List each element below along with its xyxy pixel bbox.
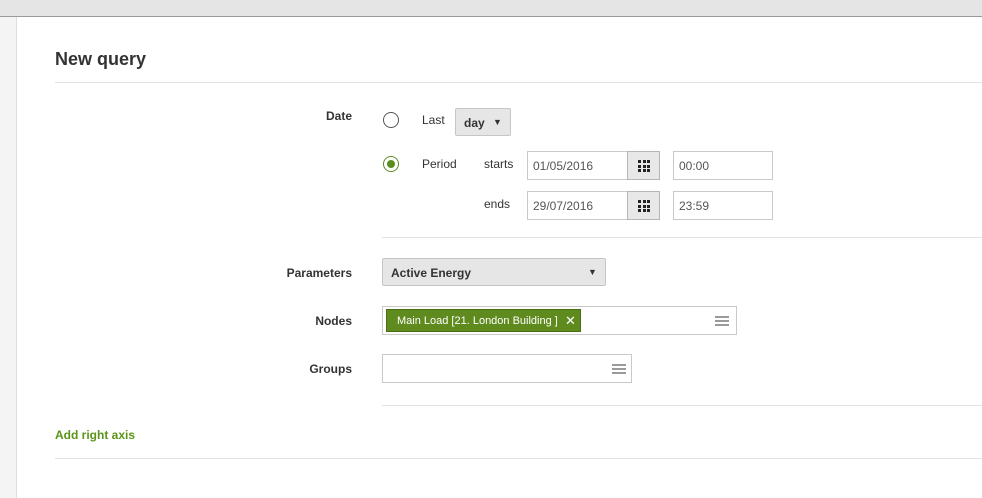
footer-divider (55, 458, 982, 459)
radio-period[interactable] (383, 156, 399, 172)
close-icon[interactable]: ✕ (565, 313, 576, 329)
groups-multiselect[interactable] (382, 354, 632, 383)
groups-label: Groups (309, 362, 352, 376)
date-divider (382, 237, 982, 238)
groups-divider (382, 405, 982, 406)
parameters-select[interactable]: Active Energy ▼ (382, 258, 606, 286)
caret-down-icon: ▼ (588, 267, 597, 277)
node-tag: Main Load [21. London Building ] ✕ (386, 309, 581, 332)
last-label: Last (422, 113, 445, 127)
start-date-input[interactable] (527, 151, 628, 180)
top-bar (0, 0, 982, 17)
node-tag-label: Main Load [21. London Building ] (397, 315, 558, 327)
period-label: Period (422, 157, 457, 171)
page-title: New query (55, 49, 147, 69)
caret-down-icon: ▼ (493, 117, 502, 127)
parameters-value: Active Energy (391, 266, 472, 280)
end-date-input[interactable] (527, 191, 628, 220)
list-menu-icon[interactable] (612, 364, 626, 374)
nodes-multiselect[interactable]: Main Load [21. London Building ] ✕ (382, 306, 737, 335)
ends-label: ends (484, 197, 511, 211)
calendar-grid-icon (638, 160, 650, 172)
date-label: Date (325, 109, 352, 123)
title-divider (55, 82, 982, 83)
calendar-grid-icon (638, 200, 650, 212)
nodes-label: Nodes (315, 314, 352, 328)
left-rail (0, 17, 17, 498)
add-right-axis-link[interactable]: Add right axis (55, 428, 135, 442)
radio-last[interactable] (383, 112, 399, 128)
parameters-label: Parameters (286, 266, 352, 280)
list-menu-icon[interactable] (715, 316, 729, 326)
start-time-input[interactable] (673, 151, 773, 180)
last-unit-select[interactable]: day ▼ (455, 108, 511, 136)
starts-label: starts (484, 157, 514, 171)
last-unit-value: day (464, 116, 485, 130)
end-calendar-button[interactable] (627, 191, 660, 220)
start-calendar-button[interactable] (627, 151, 660, 180)
end-time-input[interactable] (673, 191, 773, 220)
